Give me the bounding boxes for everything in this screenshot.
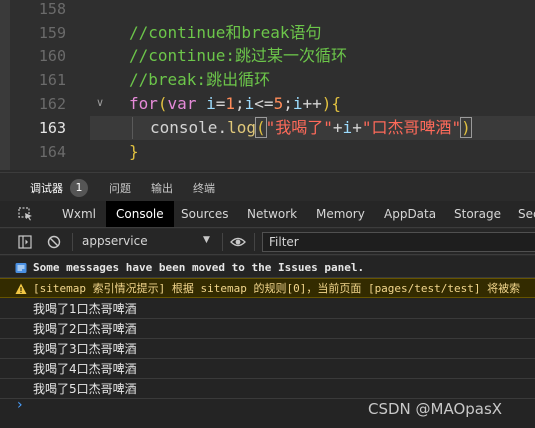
identifier: i: [342, 118, 353, 137]
line-number: 160: [38, 47, 66, 65]
console-log-line[interactable]: 我喝了2口杰哥啤酒: [0, 319, 535, 339]
log-text: 我喝了3口杰哥啤酒: [33, 342, 137, 356]
operator: +: [332, 118, 343, 137]
tab-storage[interactable]: Storage: [446, 201, 509, 227]
problem-count-badge: 1: [70, 179, 88, 197]
toolbar-divider: [222, 233, 223, 251]
fold-chevron-icon[interactable]: ∨: [96, 96, 104, 109]
code-line-161[interactable]: 161 //break:跳出循环: [0, 68, 535, 92]
console-log-line[interactable]: 我喝了4口杰哥啤酒: [0, 359, 535, 379]
paren: ): [460, 117, 472, 138]
context-selector[interactable]: appservice: [82, 234, 148, 248]
paren: ): [321, 94, 332, 113]
tab-appdata[interactable]: AppData: [376, 201, 444, 227]
line-number: 164: [38, 143, 66, 161]
tab-output[interactable]: 输出: [151, 180, 173, 196]
toolbar-divider: [72, 233, 73, 251]
code-comment: //continue和break语句: [129, 23, 322, 42]
line-number: 158: [38, 0, 66, 18]
code-for-statement: for(var i=1;i<=5;i++){: [129, 92, 341, 116]
line-number: 161: [38, 71, 66, 89]
string-literal: "口杰哥啤酒": [361, 118, 462, 137]
number-literal: 5: [273, 94, 284, 113]
info-text: Some messages have been moved to the Iss…: [33, 261, 365, 274]
code-line-162[interactable]: 162 ∨ for(var i=1;i<=5;i++){: [0, 92, 535, 116]
keyword: for: [129, 94, 158, 113]
tab-memory[interactable]: Memory: [308, 201, 373, 227]
log-text: 我喝了5口杰哥啤酒: [33, 382, 137, 396]
semicolon: ;: [235, 94, 245, 113]
tab-terminal[interactable]: 终端: [193, 180, 215, 196]
dropdown-caret-icon[interactable]: ▼: [203, 235, 210, 245]
code-line-164[interactable]: 164 }: [0, 140, 535, 164]
tab-security[interactable]: Sec: [510, 201, 535, 227]
tab-wxml[interactable]: Wxml: [54, 201, 104, 227]
line-number: 162: [38, 95, 66, 113]
operator: <=: [254, 94, 274, 113]
panel-header: 调试器 1 问题 输出 终端: [0, 172, 535, 202]
brace: }: [129, 142, 139, 161]
code-line-159[interactable]: 159 //continue和break语句: [0, 21, 535, 45]
line-number: 163: [38, 119, 66, 137]
code-comment: //continue:跳过某一次循环: [129, 46, 347, 65]
operator: =: [215, 94, 226, 113]
message-list-icon: [15, 263, 27, 273]
devtools-tab-bar: Wxml Console Sources Network Memory AppD…: [0, 201, 535, 228]
indent-guide: [132, 117, 133, 139]
console-toolbar: appservice ▼: [0, 229, 535, 255]
log-text: 我喝了2口杰哥啤酒: [33, 322, 137, 336]
semicolon: ;: [283, 94, 293, 113]
tab-problems[interactable]: 问题: [109, 180, 131, 196]
code-line-163[interactable]: 163 console.log("我喝了"+i+"口杰哥啤酒"): [0, 116, 535, 140]
function-name: log: [227, 118, 256, 137]
operator: +: [352, 118, 362, 137]
console-prompt-chevron-icon[interactable]: ›: [17, 397, 23, 413]
tab-sources[interactable]: Sources: [173, 201, 236, 227]
console-warning-message[interactable]: [sitemap 索引情况提示] 根据 sitemap 的规则[0]，当前页面 …: [0, 278, 535, 298]
warning-icon: [15, 283, 27, 294]
line-number: 159: [38, 24, 66, 42]
tab-debugger[interactable]: 调试器: [30, 180, 63, 196]
inspect-element-icon[interactable]: [18, 207, 34, 221]
code-line-158[interactable]: 158: [0, 0, 535, 21]
string-literal: "我喝了": [265, 118, 333, 137]
identifier: i: [244, 94, 255, 113]
code-comment: //break:跳出循环: [129, 70, 271, 89]
toolbar-divider: [254, 233, 255, 251]
keyword: var: [167, 94, 197, 113]
brace: {: [331, 94, 342, 113]
warning-text: [sitemap 索引情况提示] 根据 sitemap 的规则[0]，当前页面 …: [33, 282, 521, 295]
console-log-line[interactable]: 我喝了1口杰哥啤酒: [0, 299, 535, 319]
code-console-log: console.log("我喝了"+i+"口杰哥啤酒"): [150, 116, 472, 140]
log-text: 我喝了4口杰哥啤酒: [33, 362, 137, 376]
paren: (: [157, 94, 168, 113]
console-log-line[interactable]: 我喝了3口杰哥啤酒: [0, 339, 535, 359]
tab-console[interactable]: Console: [106, 201, 174, 227]
console-log-line[interactable]: 我喝了5口杰哥啤酒: [0, 379, 535, 399]
log-text: 我喝了1口杰哥啤酒: [33, 302, 137, 316]
filter-input[interactable]: [262, 232, 535, 252]
sidebar-toggle-icon[interactable]: [18, 235, 32, 249]
code-line-160[interactable]: 160 //continue:跳过某一次循环: [0, 44, 535, 68]
clear-console-icon[interactable]: [47, 235, 61, 249]
live-expression-eye-icon[interactable]: [230, 235, 246, 249]
operator: ++: [302, 94, 322, 113]
code-editor[interactable]: 158 159 //continue和break语句 160 //continu…: [0, 0, 535, 170]
console-info-message[interactable]: Some messages have been moved to the Iss…: [0, 258, 535, 278]
paren: (: [255, 117, 267, 138]
identifier: i: [206, 94, 216, 113]
watermark-text: CSDN @MAOpasX: [368, 400, 503, 418]
number-literal: 1: [225, 94, 236, 113]
operator: .: [217, 118, 228, 137]
identifier: console: [150, 118, 218, 137]
tab-network[interactable]: Network: [239, 201, 305, 227]
